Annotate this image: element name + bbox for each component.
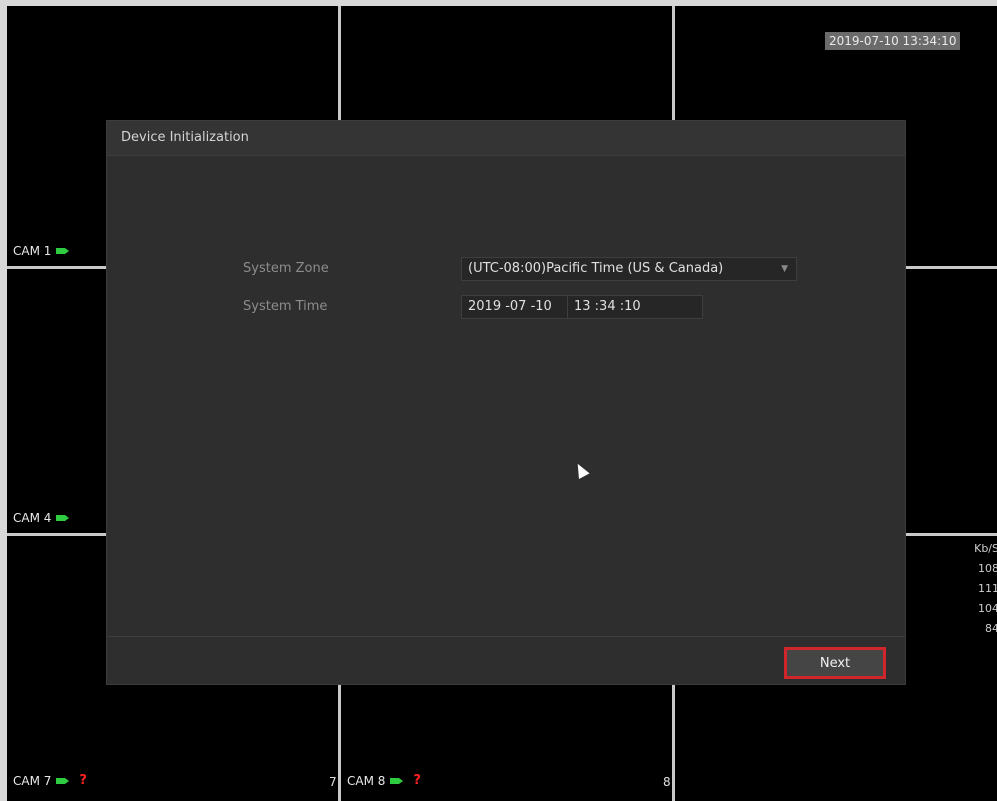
- bitrate-value: 84: [985, 622, 997, 635]
- device-initialization-dialog: Device Initialization System Zone (UTC-0…: [106, 120, 906, 685]
- camera-recording-icon: [56, 515, 70, 521]
- next-button[interactable]: Next: [784, 647, 886, 679]
- chevron-down-icon[interactable]: ▼: [781, 258, 788, 280]
- system-zone-value: (UTC-08:00)Pacific Time (US & Canada): [468, 261, 724, 276]
- no-signal-icon: ?: [79, 773, 87, 788]
- camera-name: CAM 1: [13, 244, 52, 258]
- bitrate-unit: Kb/S: [974, 542, 997, 555]
- bitrate-stats: Kb/S 108 111 104 84: [959, 539, 997, 639]
- camera-name: CAM 4: [13, 511, 52, 525]
- bitrate-value: 111: [978, 582, 997, 595]
- camera-label-cam8: CAM 8 ?: [347, 773, 421, 788]
- camera-label-cam4: CAM 4: [13, 511, 70, 525]
- camera-recording-icon: [56, 777, 70, 784]
- camera-name: CAM 8: [347, 773, 386, 788]
- no-signal-icon: ?: [413, 773, 421, 788]
- camera-recording-icon: [390, 777, 404, 784]
- system-zone-label: System Zone: [243, 261, 329, 276]
- system-date-field[interactable]: 2019 -07 -10: [461, 295, 573, 319]
- dialog-title: Device Initialization: [107, 121, 905, 156]
- footer-divider: [107, 636, 905, 637]
- bitrate-value: 104: [978, 602, 997, 615]
- system-time-field[interactable]: 13 :34 :10: [567, 295, 703, 319]
- bitrate-value: 108: [978, 562, 997, 575]
- camera-name: CAM 7: [13, 773, 52, 788]
- camera-label-cam7: CAM 7 ?: [13, 773, 87, 788]
- live-timestamp: 2019-07-10 13:34:10: [825, 32, 961, 50]
- system-time-label: System Time: [243, 299, 328, 314]
- channel-number: 8: [663, 775, 671, 789]
- system-zone-select[interactable]: (UTC-08:00)Pacific Time (US & Canada) ▼: [461, 257, 797, 281]
- channel-number: 7: [329, 775, 337, 789]
- camera-label-cam1: CAM 1: [13, 244, 70, 258]
- camera-recording-icon: [56, 248, 70, 254]
